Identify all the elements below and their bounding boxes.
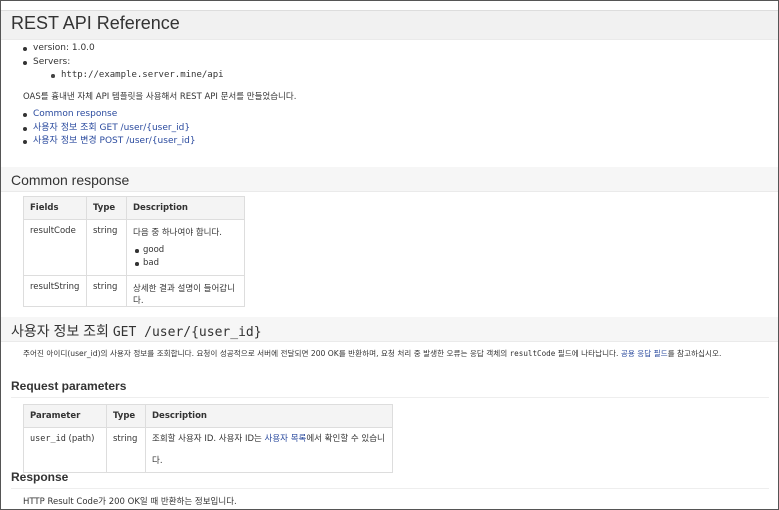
request-parameters-heading: Request parameters: [11, 379, 127, 393]
heading-divider: [11, 397, 769, 398]
endpoint-description: 주어진 아이디(user_id)의 사용자 정보를 조회합니다. 요청이 성공적…: [23, 348, 721, 359]
description-cell: 상세한 결과 설명이 들어갑니다.: [126, 275, 245, 307]
description-text: 다음 중 하나여야 합니다.: [133, 228, 223, 238]
toc-link-post-user-text[interactable]: 사용자 정보 변경 POST /user/{user_id}: [33, 136, 196, 146]
col-description: Description: [126, 196, 245, 220]
col-description: Description: [145, 404, 393, 428]
parameter-cell: user_id (path): [23, 427, 107, 473]
servers-list: http://example.server.mine/api: [49, 69, 224, 83]
page-title: REST API Reference: [11, 13, 180, 33]
toc-link-common-text[interactable]: Common response: [33, 109, 117, 119]
field-cell: resultString: [23, 275, 87, 307]
document-frame: REST API Reference version: 1.0.0 Server…: [0, 0, 779, 510]
type-cell: string: [86, 275, 127, 307]
response-text: HTTP Result Code가 200 OK일 때 반환하는 정보입니다.: [23, 497, 237, 507]
table-header-row: Fields Type Description: [23, 196, 245, 220]
info-list: version: 1.0.0 Servers:: [21, 42, 95, 69]
param-desc-a: 조회할 사용자 ID. 사용자 ID는: [152, 434, 265, 444]
top-strip: [1, 1, 778, 10]
response-heading: Response: [11, 470, 69, 484]
table-header-row: Parameter Type Description: [23, 404, 393, 428]
endpoint-desc-code: resultCode: [509, 349, 556, 358]
type-cell: string: [86, 219, 127, 276]
table-row: resultCode string 다음 중 하나여야 합니다. good ba…: [23, 219, 245, 276]
toc-link-common[interactable]: Common response: [21, 108, 196, 122]
toc-link-post-user[interactable]: 사용자 정보 변경 POST /user/{user_id}: [21, 135, 196, 149]
col-parameter: Parameter: [23, 404, 107, 428]
type-cell: string: [106, 427, 146, 473]
heading-divider: [11, 488, 769, 489]
version-item: version: 1.0.0: [21, 42, 95, 56]
col-fields: Fields: [23, 196, 87, 220]
endpoint-heading-code: GET /user/{user_id}: [112, 325, 262, 340]
toc-link-get-user-text[interactable]: 사용자 정보 조회 GET /user/{user_id}: [33, 123, 190, 133]
option-good: good: [133, 244, 238, 257]
table-row: resultString string 상세한 결과 설명이 들어갑니다.: [23, 275, 245, 307]
server-url: http://example.server.mine/api: [49, 69, 224, 83]
col-type: Type: [106, 404, 146, 428]
endpoint-heading: 사용자 정보 조회 GET /user/{user_id}: [11, 321, 262, 341]
endpoint-desc-b: 필드에 나타납니다.: [555, 349, 621, 358]
common-response-table: Fields Type Description resultCode strin…: [23, 196, 245, 307]
description-cell: 다음 중 하나여야 합니다. good bad: [126, 219, 245, 276]
parameter-location: (path): [65, 434, 95, 444]
endpoint-desc-c: 를 참고하십시오.: [667, 349, 722, 358]
description-cell: 조회할 사용자 ID. 사용자 ID는 사용자 목록에서 확인할 수 있습니다.: [145, 427, 393, 473]
user-list-link[interactable]: 사용자 목록: [265, 434, 307, 444]
request-parameters-table: Parameter Type Description user_id (path…: [23, 404, 393, 473]
intro-text: OAS를 흉내낸 자체 API 템플릿을 사용해서 REST API 문서를 만…: [23, 92, 297, 102]
toc-link-get-user[interactable]: 사용자 정보 조회 GET /user/{user_id}: [21, 122, 196, 136]
endpoint-heading-text: 사용자 정보 조회: [11, 323, 113, 339]
parameter-name: user_id: [30, 434, 66, 444]
options-list: good bad: [133, 244, 238, 270]
table-row: user_id (path) string 조회할 사용자 ID. 사용자 ID…: [23, 427, 393, 473]
col-type: Type: [86, 196, 127, 220]
servers-item: Servers:: [21, 56, 95, 70]
common-heading: Common response: [11, 172, 130, 188]
common-fields-link[interactable]: 공용 응답 필드: [621, 349, 668, 358]
option-bad: bad: [133, 257, 238, 270]
toc-list: Common response 사용자 정보 조회 GET /user/{use…: [21, 108, 196, 149]
field-cell: resultCode: [23, 219, 87, 276]
endpoint-desc-a: 주어진 아이디(user_id)의 사용자 정보를 조회합니다. 요청이 성공적…: [23, 349, 510, 358]
